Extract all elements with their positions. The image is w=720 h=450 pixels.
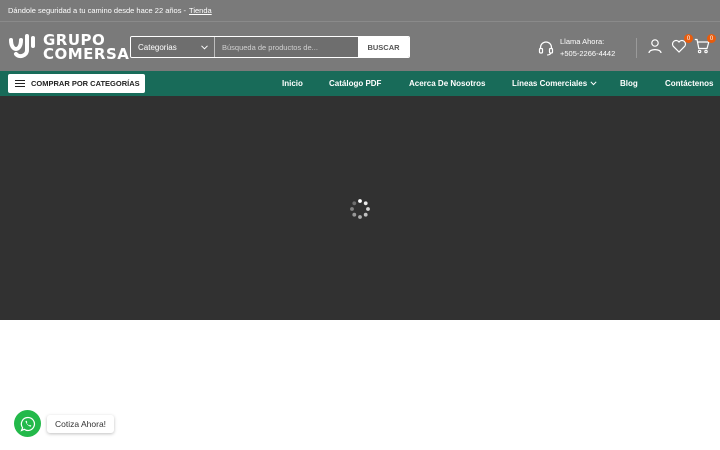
logo-text: GRUPO COMERSA (43, 33, 130, 63)
tienda-link[interactable]: Tienda (189, 6, 212, 15)
search-bar: Categorias BUSCAR (130, 36, 410, 58)
top-announcement-bar: Dándole seguridad a tu camino desde hace… (0, 0, 720, 21)
user-icon (648, 39, 662, 54)
wishlist-button[interactable]: 0 (671, 34, 693, 56)
call-label: Llama Ahora: (560, 37, 605, 46)
site-header: GRUPO COMERSA Categorias BUSCAR Llama Ah… (0, 21, 720, 71)
site-logo[interactable]: GRUPO COMERSA (8, 30, 129, 64)
call-phone: +505-2266-4442 (560, 49, 616, 58)
cart-button[interactable]: 0 (694, 34, 716, 56)
category-select[interactable]: Categorias (131, 37, 215, 57)
shop-by-category-button[interactable]: COMPRAR POR CATEGORÍAS (8, 74, 145, 93)
nav-item-inicio[interactable]: Inicio (282, 71, 303, 96)
wishlist-count-badge: 0 (684, 34, 693, 43)
header-divider (636, 38, 637, 58)
tagline-text: Dándole seguridad a tu camino desde hace… (8, 6, 187, 15)
main-navigation: COMPRAR POR CATEGORÍAS Inicio Catálogo P… (0, 71, 720, 96)
nav-item-lineas-comerciales[interactable]: Líneas Comerciales (512, 71, 597, 96)
nav-item-contactenos[interactable]: Contáctenos (665, 71, 713, 96)
logo-mark-icon (9, 34, 35, 59)
call-text: Llama Ahora: +505-2266-4442 (560, 36, 615, 60)
chevron-down-icon (201, 44, 208, 50)
nav-item-catalogo-pdf[interactable]: Catálogo PDF (329, 71, 381, 96)
call-now-block[interactable]: Llama Ahora: +505-2266-4442 (538, 36, 615, 60)
headset-icon (538, 41, 554, 56)
hamburger-icon (15, 79, 25, 88)
account-button[interactable] (647, 38, 665, 56)
whatsapp-label[interactable]: Cotiza Ahora! (47, 415, 115, 433)
search-button[interactable]: BUSCAR (358, 37, 409, 57)
chevron-down-icon (590, 81, 597, 86)
whatsapp-icon (19, 416, 35, 432)
nav-item-acerca-de-nosotros[interactable]: Acerca De Nosotros (409, 71, 485, 96)
whatsapp-button[interactable] (14, 410, 41, 437)
shop-by-category-label: COMPRAR POR CATEGORÍAS (31, 79, 140, 88)
nav-item-lineas-comerciales-label: Líneas Comerciales (512, 79, 588, 88)
category-select-label: Categorias (138, 42, 177, 52)
nav-item-blog[interactable]: Blog (620, 71, 638, 96)
cart-count-badge: 0 (707, 34, 716, 43)
logo-line-2: COMERSA (43, 45, 130, 63)
search-input[interactable] (215, 37, 358, 57)
loading-spinner-icon (350, 199, 370, 219)
